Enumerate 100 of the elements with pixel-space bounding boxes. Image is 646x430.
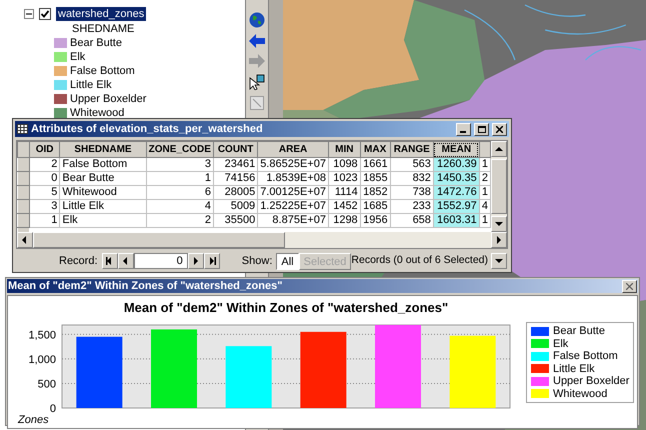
vertical-scrollbar[interactable] [491, 141, 507, 232]
table-cell: 2 [29, 158, 60, 172]
table-cell: 1 [146, 172, 214, 186]
table-cell: 1114 [328, 186, 360, 200]
table-cell: 8.875E+07 [258, 214, 328, 228]
legend-label: Whitewood [553, 388, 608, 400]
table-cell: Whitewood [60, 186, 146, 200]
legend-label: Elk [70, 50, 86, 64]
close-button[interactable] [622, 280, 637, 292]
scroll-thumb[interactable] [491, 159, 507, 214]
table-cell: 7.00125E+07 [258, 186, 328, 200]
y-tick-label: 0 [50, 403, 56, 415]
table-cell: 1.8539E+08 [258, 172, 328, 186]
show-option-button[interactable]: All [276, 252, 299, 270]
row-selector[interactable] [18, 172, 30, 186]
chart-title: Mean of "dem2" Within Zones of "watershed_zones" [124, 300, 448, 315]
scroll-right-button[interactable] [491, 232, 507, 248]
table-cell: 832 [390, 172, 434, 186]
column-header[interactable]: MAX [360, 142, 390, 158]
table-cell: 1603.31 [433, 214, 480, 228]
close-button[interactable] [492, 122, 507, 136]
legend-label: Little Elk [70, 78, 112, 92]
x-axis-label: Zones [18, 414, 49, 426]
legend-label: Elk [553, 338, 568, 350]
scroll-down-button[interactable] [491, 216, 507, 232]
close-icon [626, 282, 633, 290]
table-cell: 2 [146, 214, 214, 228]
table-cell: 5 [29, 186, 60, 200]
bar [226, 346, 272, 408]
layer-name[interactable]: watershed_zones [56, 7, 146, 21]
maximize-icon [478, 126, 486, 132]
row-selector[interactable] [18, 200, 30, 214]
previous-record-button[interactable] [118, 253, 134, 269]
table-cell: 1260.39 [433, 158, 480, 172]
first-record-button[interactable] [102, 253, 118, 269]
globe-icon[interactable] [249, 12, 265, 28]
table-cell: 74156 [214, 172, 258, 186]
layer-checkbox[interactable] [39, 8, 51, 20]
table-icon [17, 124, 28, 134]
table-cell: Little Elk [60, 200, 146, 214]
row-selector[interactable] [18, 214, 30, 228]
y-tick-label: 1,500 [28, 329, 56, 342]
column-header[interactable]: COUNT [214, 142, 258, 158]
column-header[interactable]: SHEDNAME [60, 142, 146, 158]
table-cell: 563 [390, 158, 434, 172]
last-record-button[interactable] [204, 253, 220, 269]
triangle-arrow-icon [494, 144, 504, 154]
scroll-left-button[interactable] [17, 232, 33, 248]
table-cell: 1685 [360, 200, 390, 214]
table-cell: 28005 [214, 186, 258, 200]
table-cell: 1855 [360, 172, 390, 186]
legend-label: Little Elk [553, 362, 595, 375]
table-cell: 4 [146, 200, 214, 214]
column-header[interactable]: MEAN [433, 142, 480, 158]
scroll-thumb[interactable] [33, 232, 285, 248]
legend-label: Bear Butte [553, 325, 605, 338]
table-cell: 658 [390, 214, 434, 228]
table-cell: Elk [60, 214, 146, 228]
select-elements-icon[interactable] [249, 74, 265, 90]
bar [76, 336, 122, 408]
column-header[interactable]: AREA [258, 142, 328, 158]
table-cell: 5009 [214, 200, 258, 214]
selection-status: Records (0 out of 6 Selected) [351, 253, 488, 268]
legend-label: False Bottom [553, 350, 618, 362]
y-tick-label: 1,000 [28, 354, 56, 366]
legend-label: False Bottom [70, 64, 135, 78]
table-cell: 1.25225E+07 [258, 200, 328, 214]
next-record-button[interactable] [188, 253, 204, 269]
window-title: Attributes of elevation_stats_per_watershed [31, 122, 264, 137]
table-cell: 3 [29, 200, 60, 214]
record-field[interactable]: 0 [134, 253, 188, 269]
window-title: Mean of "dem2" Within Zones of "watershed_zones" [8, 278, 284, 294]
table-cell: 1956 [360, 214, 390, 228]
scroll-up-button[interactable] [491, 141, 507, 157]
horizontal-scrollbar[interactable] [17, 232, 507, 248]
legend-label: Whitewood [70, 106, 124, 120]
row-selector[interactable] [18, 158, 30, 172]
table-cell: 35500 [214, 214, 258, 228]
table-cell: 1023 [328, 172, 360, 186]
column-header[interactable]: OID [29, 142, 60, 158]
close-icon [496, 126, 503, 132]
table-cell: 0 [29, 172, 60, 186]
options-button[interactable] [491, 253, 507, 269]
collapse-icon[interactable] [24, 9, 34, 19]
table-cell: 23461 [214, 158, 258, 172]
back-arrow-icon[interactable] [249, 34, 265, 48]
show-label: Show: [242, 254, 272, 269]
table-cell: False Bottom [60, 158, 146, 172]
table-cell: 1852 [360, 186, 390, 200]
maximize-button[interactable] [474, 122, 489, 136]
minimize-button[interactable] [456, 122, 471, 136]
table-cell: 1450.35 [433, 172, 480, 186]
column-header[interactable]: MIN [328, 142, 360, 158]
column-header[interactable]: RANGE [390, 142, 434, 158]
y-tick-label: 500 [38, 378, 56, 390]
column-header[interactable]: ZONE_CODE [146, 142, 214, 158]
table-cell: 1098 [328, 158, 360, 172]
row-selector[interactable] [18, 186, 30, 200]
table-cell: 738 [390, 186, 434, 200]
record-label: Record: [59, 254, 98, 269]
